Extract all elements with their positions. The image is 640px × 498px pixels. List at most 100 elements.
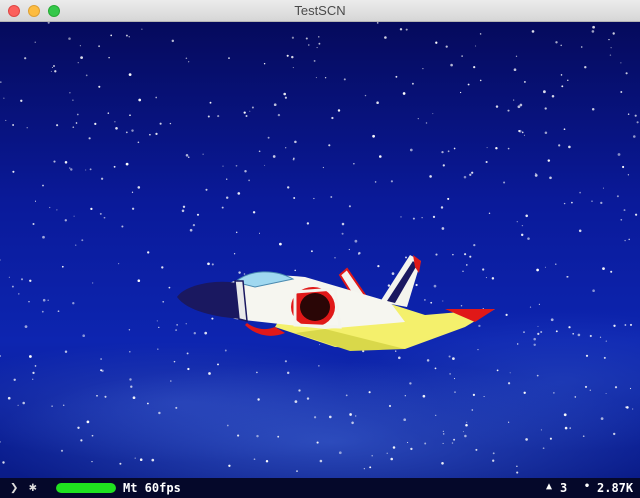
star	[29, 355, 32, 358]
star	[610, 270, 613, 273]
star	[98, 85, 101, 88]
star	[475, 448, 478, 451]
star	[279, 242, 282, 246]
star	[173, 360, 176, 363]
star	[86, 420, 90, 424]
star	[12, 170, 15, 173]
stats-bar: ❯ ✱ Mt 60fps ▲ 3 • 2.87K	[0, 478, 640, 498]
star	[62, 404, 65, 406]
star	[386, 452, 388, 454]
star	[623, 209, 626, 212]
star	[7, 396, 11, 400]
star	[137, 141, 140, 144]
star	[64, 161, 68, 164]
star	[533, 337, 536, 341]
star	[248, 179, 250, 182]
star	[577, 333, 581, 337]
star	[508, 421, 510, 423]
star	[162, 300, 165, 303]
star	[257, 398, 260, 401]
star	[505, 313, 508, 317]
star	[464, 434, 467, 438]
star	[125, 162, 129, 166]
star	[579, 191, 581, 194]
star	[544, 107, 547, 110]
scene-view[interactable]	[0, 22, 640, 478]
star	[221, 206, 224, 209]
star	[515, 55, 518, 57]
star	[409, 148, 413, 152]
star	[553, 392, 555, 394]
star	[453, 378, 456, 380]
star	[53, 65, 55, 67]
star	[5, 119, 7, 121]
star	[516, 471, 519, 474]
star	[496, 369, 499, 372]
star	[328, 415, 332, 419]
star	[0, 259, 1, 261]
star	[189, 228, 193, 232]
star	[318, 42, 321, 45]
star	[77, 426, 80, 429]
star	[70, 168, 73, 171]
star	[32, 378, 34, 380]
star	[42, 298, 46, 302]
star	[11, 285, 14, 288]
star	[319, 459, 323, 463]
star	[582, 435, 585, 438]
star	[348, 205, 351, 208]
star	[603, 356, 606, 359]
star	[100, 177, 104, 180]
star	[488, 212, 491, 215]
title-bar[interactable]: TestSCN	[0, 0, 640, 22]
star	[3, 97, 5, 99]
star	[625, 72, 628, 75]
star	[217, 115, 220, 118]
star	[68, 167, 71, 169]
fps-meter	[56, 483, 116, 493]
star	[24, 57, 27, 60]
star	[569, 427, 571, 429]
star	[592, 25, 595, 29]
star	[51, 66, 53, 69]
star	[273, 103, 277, 107]
chevron-right-icon[interactable]: ❯	[10, 480, 18, 496]
star	[521, 131, 524, 134]
star	[202, 153, 204, 155]
star	[91, 434, 94, 437]
star	[517, 105, 521, 109]
star	[155, 96, 158, 99]
star	[353, 163, 355, 165]
star	[305, 37, 308, 40]
star	[149, 133, 151, 136]
star	[625, 406, 627, 408]
star	[412, 217, 415, 220]
jet-nose	[177, 281, 241, 319]
star	[32, 371, 35, 375]
star	[316, 47, 318, 49]
star	[368, 391, 371, 394]
gear-icon[interactable]: ✱	[29, 480, 37, 495]
star	[0, 81, 2, 83]
star	[628, 238, 630, 241]
star	[551, 95, 555, 98]
star	[328, 144, 331, 147]
star	[24, 325, 28, 328]
star	[405, 28, 408, 31]
star	[422, 394, 426, 398]
star	[85, 74, 88, 77]
star	[523, 331, 525, 333]
star	[572, 332, 575, 335]
star	[453, 438, 456, 441]
star	[475, 45, 477, 47]
star	[42, 184, 44, 187]
star	[292, 67, 294, 69]
star	[291, 55, 294, 59]
star	[452, 357, 455, 360]
star	[237, 434, 240, 437]
star	[568, 326, 571, 329]
star	[584, 66, 587, 69]
star	[81, 239, 84, 242]
star	[75, 244, 77, 246]
star	[432, 215, 436, 219]
